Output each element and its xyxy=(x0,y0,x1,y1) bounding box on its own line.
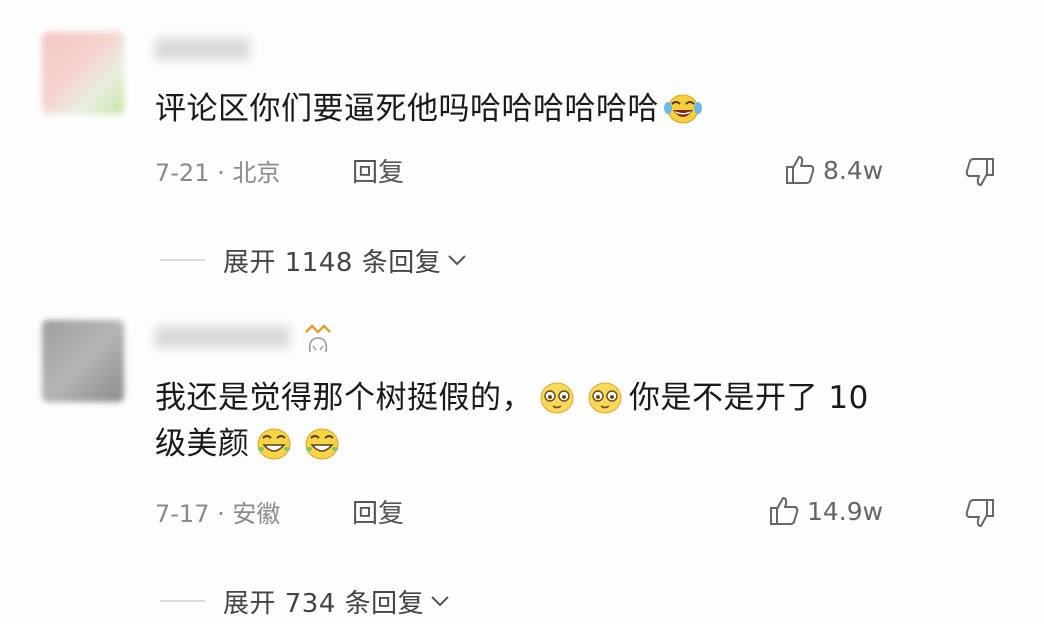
like-count: 14.9w xyxy=(807,496,884,526)
comment-body-part2: 你是不是开了 10 xyxy=(629,380,869,416)
comment-text: 我还是觉得那个树挺假的， 你是不是开了 10 级美颜 xyxy=(155,375,1004,467)
avatar[interactable] xyxy=(42,32,124,114)
fan-badge-icon xyxy=(305,324,331,353)
expand-replies-label: 展开 734 条回复 xyxy=(223,588,425,619)
comment-item: 我还是觉得那个树挺假的， 你是不是开了 10 级美颜 7-17 · 安徽 回复 … xyxy=(0,300,1044,624)
like-button[interactable]: 14.9w xyxy=(767,494,883,528)
comment-date-location: 7-21 · 北京 xyxy=(155,158,281,187)
divider xyxy=(160,600,205,602)
comment-body-line2: 级美颜 xyxy=(155,426,250,462)
grin-emoji-icon xyxy=(257,428,290,459)
doge-emoji-icon xyxy=(588,382,622,413)
thumbs-up-icon xyxy=(786,156,815,184)
comment-date-location: 7-17 · 安徽 xyxy=(155,499,281,528)
doge-emoji-icon xyxy=(540,382,574,413)
chevron-down-icon xyxy=(431,596,449,607)
divider xyxy=(160,259,205,261)
username-blurred[interactable] xyxy=(155,38,250,60)
expand-replies-button[interactable]: 展开 734 条回复 xyxy=(160,581,452,621)
comment-list: 评论区你们要逼死他吗哈哈哈哈哈哈 7-21 · 北京 回复 8.4w 展开 11… xyxy=(0,0,1044,624)
reply-button[interactable]: 回复 xyxy=(352,152,404,189)
thumbs-down-icon[interactable] xyxy=(963,155,997,189)
comment-body-part1: 我还是觉得那个树挺假的， xyxy=(155,380,533,416)
avatar[interactable] xyxy=(42,320,124,402)
comment-body: 评论区你们要逼死他吗哈哈哈哈哈哈 xyxy=(155,91,659,127)
thumbs-down-icon[interactable] xyxy=(963,496,997,530)
comment-item: 评论区你们要逼死他吗哈哈哈哈哈哈 7-21 · 北京 回复 8.4w 展开 11… xyxy=(0,0,1044,300)
expand-replies-button[interactable]: 展开 1148 条回复 xyxy=(160,240,469,280)
expand-replies-label: 展开 1148 条回复 xyxy=(223,247,442,278)
like-count: 8.4w xyxy=(823,155,884,185)
chevron-down-icon xyxy=(448,255,466,266)
comment-meta: 7-17 · 安徽 回复 14.9w xyxy=(155,493,1004,529)
thumbs-up-icon xyxy=(770,497,799,525)
grin-emoji-icon xyxy=(305,428,338,459)
laughing-tears-emoji-icon xyxy=(664,94,702,123)
reply-button[interactable]: 回复 xyxy=(352,493,404,530)
comment-meta: 7-21 · 北京 回复 8.4w xyxy=(155,152,1004,188)
like-button[interactable]: 8.4w xyxy=(783,153,883,187)
username-blurred[interactable] xyxy=(155,326,290,348)
comment-text: 评论区你们要逼死他吗哈哈哈哈哈哈 xyxy=(155,86,1004,132)
